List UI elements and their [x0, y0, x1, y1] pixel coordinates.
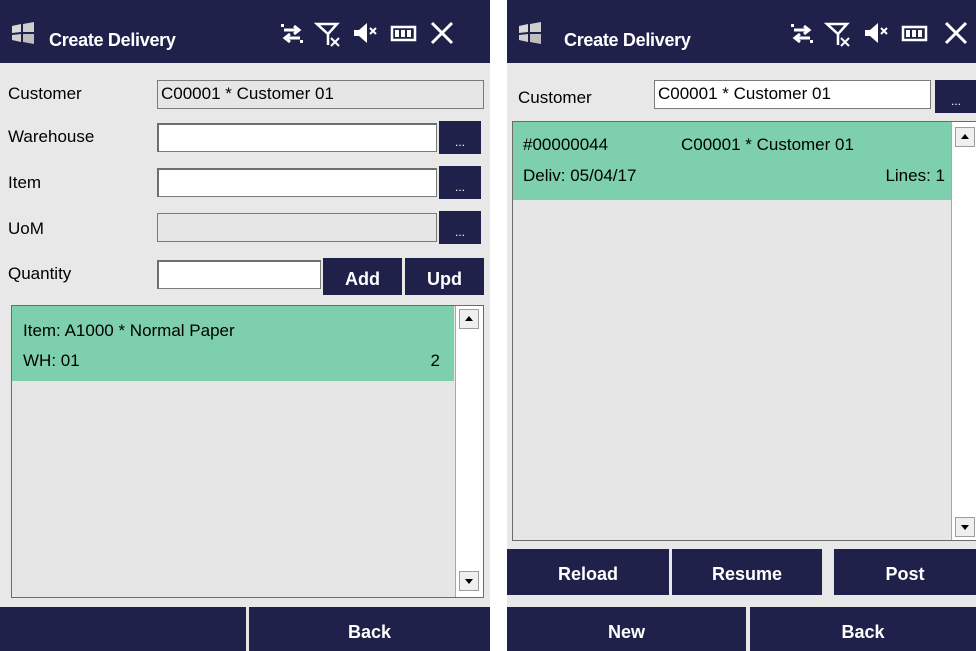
right-screen: Create Delivery Customer C00001 * Custom… — [507, 0, 976, 651]
line-item-text: Item: A1000 * Normal Paper — [23, 321, 235, 340]
uom-label: UoM — [8, 219, 44, 238]
title-bar: Create Delivery — [0, 0, 490, 63]
scroll-down-button[interactable] — [955, 517, 975, 537]
item-browse-button[interactable]: ... — [439, 166, 481, 199]
connectivity-icon[interactable] — [788, 18, 816, 48]
delivery-date: Deliv: 05/04/17 — [523, 166, 637, 185]
uom-browse-button[interactable]: ... — [439, 211, 481, 244]
delivery-line-count: Lines: 1 — [885, 166, 945, 185]
left-screen: Create Delivery Customer C00001 * Custom… — [0, 0, 490, 651]
close-icon[interactable] — [428, 18, 456, 48]
window-title: Create Delivery — [564, 30, 691, 50]
left-softkey[interactable] — [0, 607, 246, 651]
no-signal-icon[interactable] — [824, 18, 852, 48]
speaker-muted-icon[interactable] — [350, 18, 378, 48]
deliveries-list[interactable]: #00000044 C00001 * Customer 01 Deliv: 05… — [512, 121, 976, 541]
customer-field[interactable]: C00001 * Customer 01 — [157, 80, 484, 109]
resume-button[interactable]: Resume — [672, 549, 822, 595]
scroll-up-button[interactable] — [459, 309, 479, 329]
connectivity-icon[interactable] — [278, 18, 306, 48]
delivery-lines-list[interactable]: Item: A1000 * Normal Paper WH: 01 2 — [11, 305, 484, 598]
windows-logo-icon[interactable] — [10, 22, 36, 44]
post-button[interactable]: Post — [834, 549, 976, 595]
new-button[interactable]: New — [507, 607, 746, 651]
chevron-up-icon — [465, 316, 473, 321]
screen-divider — [490, 0, 507, 651]
customer-input[interactable]: C00001 * Customer 01 — [654, 80, 931, 109]
vertical-scrollbar[interactable] — [951, 122, 976, 540]
quantity-label: Quantity — [8, 264, 72, 283]
battery-icon[interactable] — [390, 18, 418, 48]
item-input[interactable] — [157, 168, 437, 197]
add-button[interactable]: Add — [323, 258, 402, 295]
scroll-up-button[interactable] — [955, 127, 975, 147]
warehouse-browse-button[interactable]: ... — [439, 121, 481, 154]
customer-label: Customer — [8, 84, 82, 103]
customer-browse-button[interactable]: ... — [935, 80, 976, 113]
chevron-down-icon — [465, 579, 473, 584]
list-item[interactable]: #00000044 C00001 * Customer 01 Deliv: 05… — [513, 122, 951, 200]
vertical-scrollbar[interactable] — [455, 306, 483, 597]
customer-label: Customer — [518, 88, 592, 107]
line-warehouse-text: WH: 01 — [23, 351, 80, 370]
item-label: Item — [8, 173, 42, 192]
chevron-down-icon — [961, 525, 969, 530]
windows-logo-icon[interactable] — [517, 22, 543, 44]
back-button[interactable]: Back — [750, 607, 976, 651]
warehouse-input[interactable] — [157, 123, 437, 152]
speaker-muted-icon[interactable] — [861, 18, 889, 48]
quantity-input[interactable] — [157, 260, 321, 289]
close-icon[interactable] — [942, 18, 970, 48]
chevron-up-icon — [961, 134, 969, 139]
warehouse-label: Warehouse — [8, 127, 95, 146]
battery-icon[interactable] — [901, 18, 929, 48]
reload-button[interactable]: Reload — [507, 549, 669, 595]
delivery-number: #00000044 — [523, 135, 609, 154]
line-quantity-text: 2 — [430, 351, 440, 370]
scroll-down-button[interactable] — [459, 571, 479, 591]
window-title: Create Delivery — [49, 30, 176, 50]
upd-button[interactable]: Upd — [405, 258, 484, 295]
list-item[interactable]: Item: A1000 * Normal Paper WH: 01 2 — [12, 306, 454, 381]
uom-field[interactable] — [157, 213, 437, 242]
back-button[interactable]: Back — [249, 607, 490, 651]
title-bar: Create Delivery — [507, 0, 976, 63]
delivery-customer: C00001 * Customer 01 — [681, 135, 854, 154]
no-signal-icon[interactable] — [314, 18, 342, 48]
